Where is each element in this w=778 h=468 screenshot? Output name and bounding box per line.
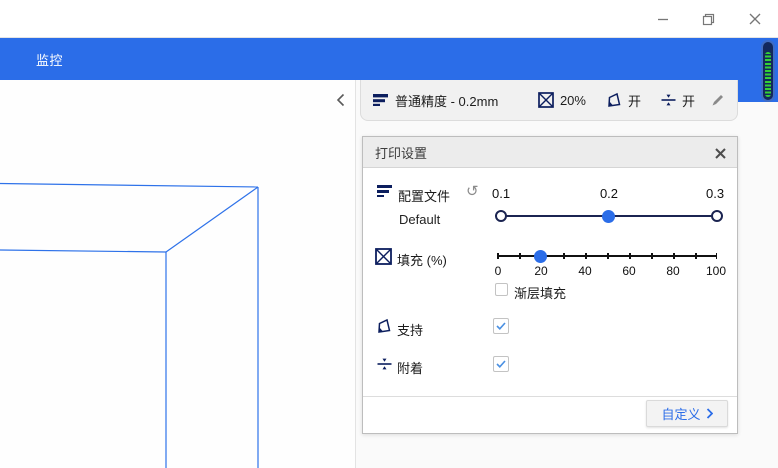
infill-tick-0: 0 bbox=[493, 264, 503, 278]
layers-icon bbox=[377, 185, 392, 199]
close-icon bbox=[749, 13, 761, 25]
tab-monitor[interactable]: 监控 bbox=[36, 38, 63, 80]
close-button[interactable] bbox=[740, 4, 770, 34]
profile-label: 配置文件 bbox=[398, 186, 450, 205]
check-icon bbox=[496, 360, 506, 368]
profile-slider-stop-03[interactable] bbox=[711, 210, 723, 222]
filament-level-fill bbox=[765, 52, 771, 97]
support-label: 支持 bbox=[397, 320, 423, 339]
summary-profile[interactable]: 普通精度 - 0.2mm bbox=[373, 91, 498, 110]
restore-icon bbox=[702, 13, 715, 26]
filament-level-indicator bbox=[761, 40, 775, 102]
support-checkbox[interactable] bbox=[493, 318, 509, 334]
custom-button-label: 自定义 bbox=[661, 404, 700, 423]
infill-tick-40: 40 bbox=[575, 264, 595, 278]
profile-name: Default bbox=[399, 212, 440, 227]
infill-slider-handle[interactable] bbox=[534, 250, 547, 263]
infill-icon bbox=[375, 248, 392, 265]
infill-tick-60: 60 bbox=[619, 264, 639, 278]
reset-icon[interactable]: ↺ bbox=[466, 185, 479, 199]
infill-tick-100: 100 bbox=[702, 264, 730, 278]
gradual-infill-label: 渐层填充 bbox=[514, 283, 566, 302]
profile-tick-mid: 0.2 bbox=[599, 186, 619, 201]
infill-label: 填充 (%) bbox=[397, 250, 447, 269]
application-window: 监控 普通精度 - 0.2mm 20% bbox=[0, 0, 778, 468]
summary-support-state: 开 bbox=[628, 91, 641, 110]
profile-slider-stop-01[interactable] bbox=[495, 210, 507, 222]
check-icon bbox=[496, 322, 506, 330]
summary-infill[interactable]: 20% bbox=[538, 92, 586, 108]
summary-adhesion[interactable]: 开 bbox=[661, 91, 695, 110]
support-icon bbox=[376, 318, 392, 334]
layers-icon bbox=[373, 93, 389, 108]
summary-infill-text: 20% bbox=[560, 93, 586, 108]
adhesion-label: 附着 bbox=[397, 358, 423, 377]
build-volume-wireframe bbox=[0, 80, 355, 468]
profile-tick-min: 0.1 bbox=[492, 186, 510, 201]
print-settings-panel: 打印设置 配置文件 ↺ 0.1 0.2 0.3 Default bbox=[362, 136, 738, 434]
profile-tick-max: 0.3 bbox=[706, 186, 724, 201]
edit-settings-button[interactable] bbox=[711, 93, 725, 107]
summary-adhesion-state: 开 bbox=[682, 91, 695, 110]
infill-tick-80: 80 bbox=[663, 264, 683, 278]
panel-close-button[interactable] bbox=[711, 144, 729, 162]
tab-monitor-label: 监控 bbox=[36, 50, 63, 69]
panel-divider bbox=[363, 396, 737, 397]
summary-profile-text: 普通精度 - 0.2mm bbox=[395, 91, 498, 110]
panel-header[interactable]: 打印设置 bbox=[363, 137, 737, 168]
chevron-right-icon bbox=[706, 408, 713, 419]
panel-title: 打印设置 bbox=[375, 143, 427, 162]
gradual-infill-checkbox[interactable] bbox=[495, 283, 508, 296]
collapse-settings-button[interactable] bbox=[328, 88, 352, 112]
restore-button[interactable] bbox=[693, 4, 723, 34]
pencil-icon bbox=[711, 93, 725, 107]
viewport-3d[interactable] bbox=[0, 80, 356, 468]
window-titlebar bbox=[0, 0, 778, 38]
infill-icon bbox=[538, 92, 554, 108]
profile-slider-handle[interactable] bbox=[602, 210, 615, 223]
infill-slider-track[interactable] bbox=[497, 255, 717, 257]
support-icon bbox=[606, 92, 622, 108]
close-icon bbox=[715, 148, 726, 159]
infill-tick-20: 20 bbox=[531, 264, 551, 278]
minimize-button[interactable] bbox=[648, 4, 678, 34]
stage-menu-bar: 监控 bbox=[0, 38, 778, 80]
adhesion-checkbox[interactable] bbox=[493, 356, 509, 372]
summary-support[interactable]: 开 bbox=[606, 91, 641, 110]
adhesion-icon bbox=[661, 92, 676, 108]
collapse-left-icon bbox=[336, 93, 345, 107]
print-settings-summary-bar[interactable]: 普通精度 - 0.2mm 20% 开 开 bbox=[360, 80, 738, 121]
minimize-icon bbox=[657, 13, 669, 25]
custom-settings-button[interactable]: 自定义 bbox=[646, 400, 728, 427]
adhesion-icon bbox=[377, 356, 392, 372]
